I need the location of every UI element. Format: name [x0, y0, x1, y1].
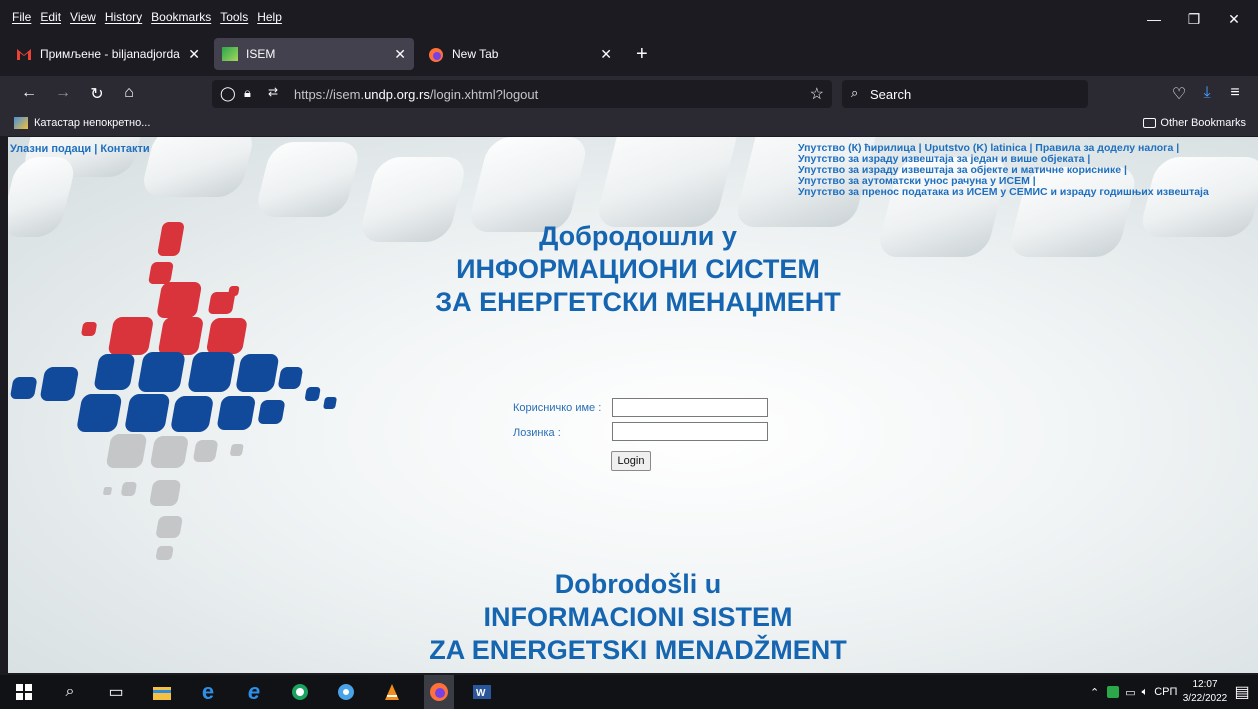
password-label: Лозинка : [513, 427, 561, 439]
chrome-like-icon[interactable] [290, 682, 310, 702]
isem-favicon [222, 47, 238, 61]
top-left-links: Улазни подаци | Контакти [10, 143, 150, 155]
vlc-icon[interactable] [382, 682, 402, 702]
welcome-line: Dobrodošli u [554, 569, 722, 599]
restore-button[interactable]: ❐ [1174, 4, 1214, 34]
system-tray: ⌃ ▭ 🔈︎ СРП [1090, 675, 1177, 709]
tab-strip: Примљене - biljanadjordan@g ✕ ISEM ✕ New… [0, 38, 1258, 74]
welcome-heading-latin: Dobrodošli u INFORMACIONI SISTEM ZA ENER… [408, 568, 868, 667]
tab-isem[interactable]: ISEM ✕ [214, 38, 414, 70]
menu-history[interactable]: History [105, 10, 142, 24]
url-bar[interactable]: ◯ 🔒︎ ⇄ https://isem.undp.org.rs/login.xh… [212, 80, 832, 108]
bookmark-item[interactable]: Катастар непокретно... [14, 117, 150, 129]
search-bar[interactable]: ⌕ Search [842, 80, 1088, 108]
back-arrow-icon[interactable]: ← [18, 84, 40, 102]
internet-explorer-icon[interactable]: e [244, 679, 264, 704]
new-tab-plus-icon[interactable]: + [636, 43, 648, 66]
decorative-cloud [466, 137, 590, 232]
bookmark-page-icon [14, 117, 28, 129]
top-right-links: Упутство (К) ћирилица | Uputstvo (K) lat… [798, 143, 1258, 198]
windows-taskbar: ⌕ ▭ e e W ⌃ ▭ 🔈︎ СРП 12:07 3/22/2022 ▤ [0, 675, 1258, 709]
svg-text:W: W [476, 688, 486, 699]
close-window-button[interactable]: ✕ [1214, 4, 1254, 34]
home-icon[interactable]: ⌂ [118, 84, 140, 102]
welcome-line: INFORMACIONI SISTEM [483, 602, 793, 632]
security-icon[interactable] [336, 682, 356, 702]
lock-icon[interactable]: 🔒︎ [244, 85, 251, 101]
close-tab-icon[interactable]: ✕ [600, 46, 612, 63]
welcome-line: ИНФОРМАЦИОНИ СИСТЕМ [456, 254, 820, 284]
isem-logo [10, 222, 337, 560]
notifications-icon[interactable]: ▤ [1232, 682, 1252, 702]
menu-bookmarks[interactable]: Bookmarks [151, 10, 211, 24]
app-tray-icon[interactable] [1107, 686, 1120, 698]
username-input[interactable] [612, 398, 768, 417]
window-controls: — ❐ ✕ [1134, 4, 1254, 34]
bookmark-label: Катастар непокретно... [34, 117, 151, 129]
close-tab-icon[interactable]: ✕ [394, 46, 406, 63]
menu-file[interactable]: File [12, 10, 31, 24]
menu-bar: File Edit View History Bookmarks Tools H… [0, 0, 1258, 34]
welcome-heading-cyrillic: Добродошли у ИНФОРМАЦИОНИ СИСТЕМ ЗА ЕНЕР… [408, 220, 868, 319]
link-input-data[interactable]: Улазни подаци [10, 143, 91, 155]
tab-title: Примљене - biljanadjordan@g [40, 47, 180, 61]
edge-icon[interactable]: e [198, 679, 218, 704]
page-content: Улазни подаци | Контакти Упутство (К) ћи… [8, 137, 1258, 673]
search-icon[interactable]: ⌕ [60, 682, 80, 702]
tab-new-tab[interactable]: New Tab ✕ [420, 38, 620, 70]
bookmark-star-icon[interactable]: ☆ [810, 84, 824, 104]
language-indicator[interactable]: СРП [1154, 686, 1177, 698]
reload-icon[interactable]: ↻ [86, 84, 108, 104]
close-tab-icon[interactable]: ✕ [188, 46, 200, 63]
navigation-bar: ← → ↻ ⌂ ◯ 🔒︎ ⇄ https://isem.undp.org.rs/… [0, 76, 1258, 112]
volume-icon[interactable]: 🔈︎ [1142, 686, 1149, 699]
password-input[interactable] [612, 422, 768, 441]
firefox-icon[interactable] [424, 675, 454, 709]
url-text[interactable]: https://isem.undp.org.rs/login.xhtml?log… [294, 87, 538, 102]
tab-title: ISEM [246, 47, 276, 61]
folder-icon [1143, 118, 1157, 128]
menu-tools[interactable]: Tools [220, 10, 248, 24]
welcome-line: ZA ENERGETSKI MENADŽMENT [429, 635, 847, 665]
bookmarks-bar: Катастар непокретно... Other Bookmarks [0, 112, 1258, 136]
search-placeholder: Search [870, 87, 912, 102]
link-contacts[interactable]: Контакти [100, 143, 149, 155]
windows-start-icon[interactable] [14, 682, 34, 702]
pocket-icon[interactable]: ♡ [1168, 84, 1190, 104]
hamburger-menu-icon[interactable]: ≡ [1224, 84, 1246, 102]
word-icon[interactable]: W [472, 682, 492, 702]
menu-view[interactable]: View [70, 10, 96, 24]
clock[interactable]: 12:07 3/22/2022 [1175, 678, 1235, 706]
welcome-line: ЗА ЕНЕРГЕТСКИ МЕНАЏМЕНТ [435, 287, 841, 317]
clock-time: 12:07 [1192, 679, 1218, 690]
link-separator: | [91, 143, 101, 155]
minimize-button[interactable]: — [1134, 4, 1174, 34]
network-icon[interactable]: ▭ [1125, 686, 1135, 699]
firefox-icon [428, 47, 444, 62]
gmail-icon [16, 47, 32, 61]
permissions-icon[interactable]: ⇄ [268, 85, 278, 99]
file-explorer-icon[interactable] [152, 682, 172, 702]
decorative-cloud [594, 137, 742, 227]
search-icon: ⌕ [851, 85, 859, 100]
instructions-link[interactable]: Упутство за пренос података из ИСЕМ у СЕ… [798, 187, 1258, 198]
chevron-up-icon[interactable]: ⌃ [1090, 686, 1099, 699]
menu-edit[interactable]: Edit [40, 10, 61, 24]
other-bookmarks-label: Other Bookmarks [1160, 117, 1246, 129]
login-button[interactable]: Login [611, 451, 651, 471]
tab-gmail[interactable]: Примљене - biljanadjordan@g ✕ [8, 38, 208, 70]
other-bookmarks[interactable]: Other Bookmarks [1143, 117, 1246, 129]
forward-arrow-icon[interactable]: → [52, 84, 74, 102]
username-label: Корисничко име : [513, 402, 602, 414]
clock-date: 3/22/2022 [1182, 693, 1228, 704]
welcome-line: Добродошли у [539, 221, 737, 251]
menu-items: File Edit View History Bookmarks Tools H… [12, 10, 282, 24]
task-view-icon[interactable]: ▭ [106, 682, 126, 702]
shield-icon[interactable]: ◯ [220, 85, 236, 102]
menu-help[interactable]: Help [257, 10, 282, 24]
tab-title: New Tab [452, 47, 499, 61]
download-icon[interactable]: ⤓ [1196, 84, 1218, 102]
